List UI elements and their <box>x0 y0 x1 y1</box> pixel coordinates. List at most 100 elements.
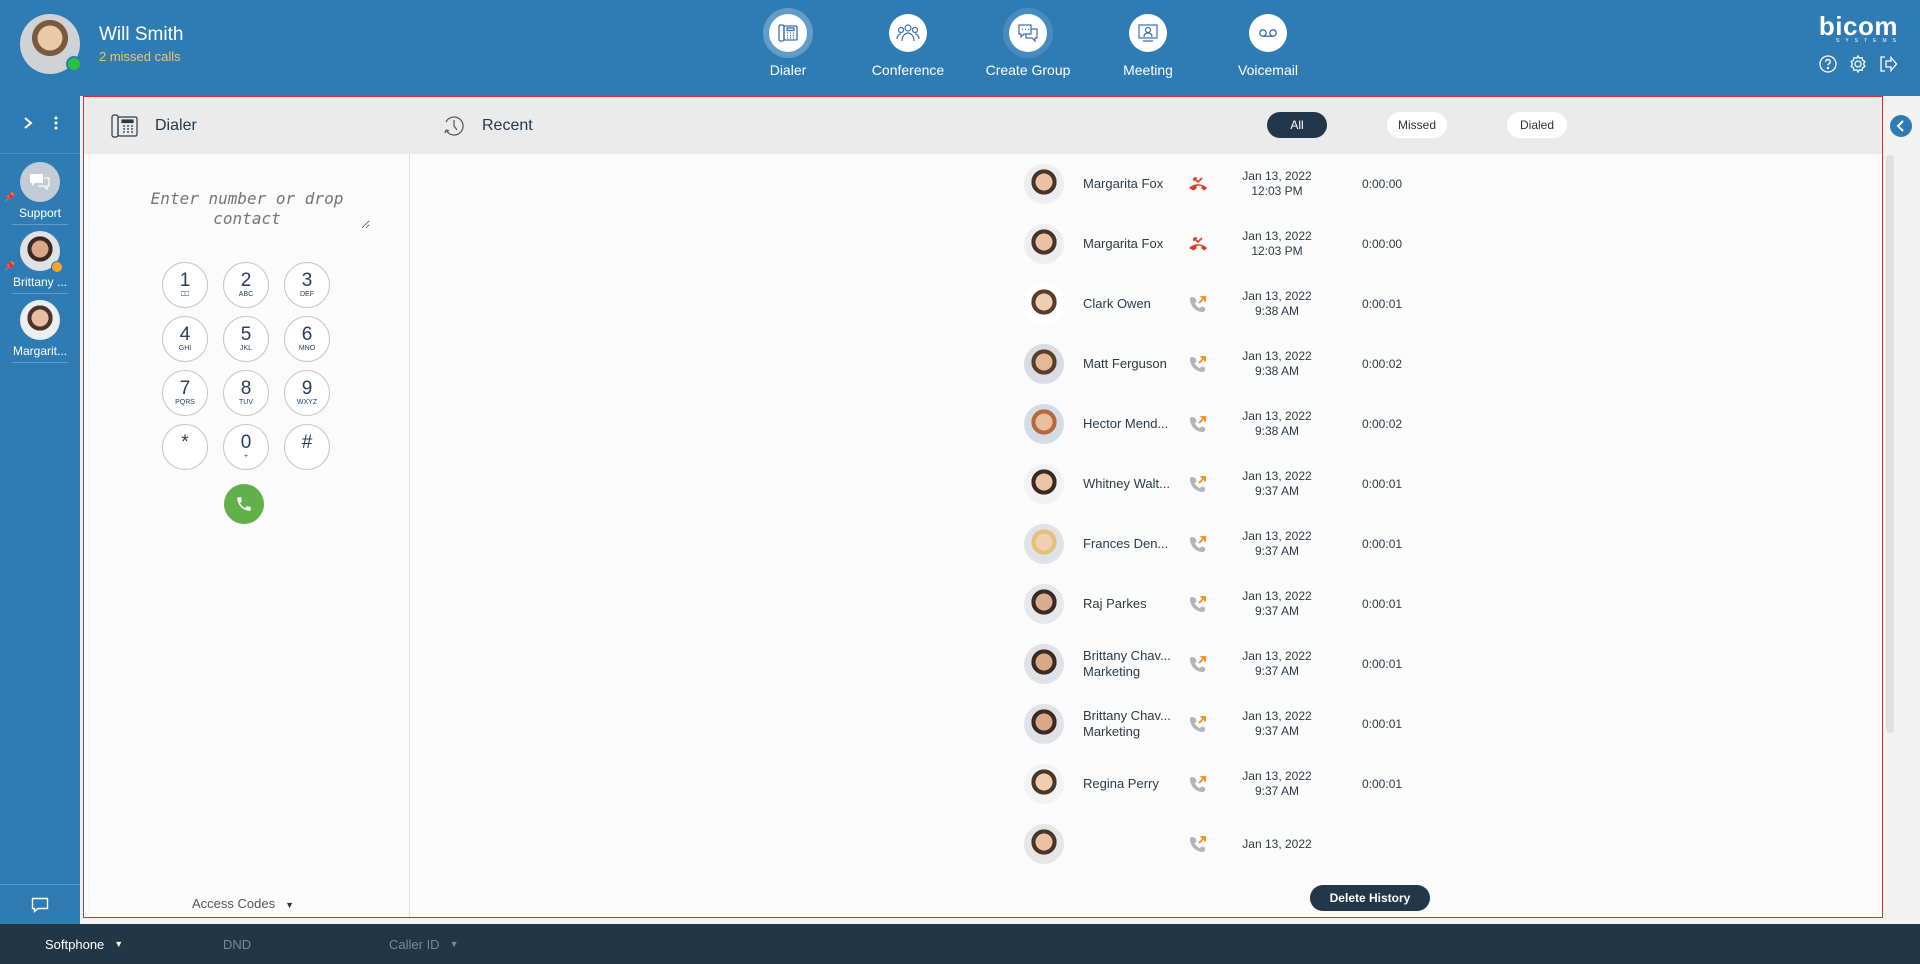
nav-label: Conference <box>871 62 945 78</box>
call-history-row[interactable]: Brittany Chav... Marketing Jan 13, 2022 9:3… <box>1002 694 1502 754</box>
logout-button[interactable] <box>1878 54 1898 74</box>
call-date: Jan 13, 2022 <box>1242 589 1312 603</box>
recent-calls-list[interactable]: Margarita Fox Jan 13, 2022 12:03 PM 0:00:00… <box>1002 154 1502 874</box>
help-icon <box>1819 55 1837 73</box>
keypad-key[interactable]: 3 DEF <box>284 262 330 308</box>
call-history-row[interactable]: Hector Mend... Jan 13, 2022 9:38 AM 0:00:02 <box>1002 394 1502 454</box>
keypad-key[interactable]: 8 TUV <box>223 370 269 416</box>
filter-missed[interactable]: Missed <box>1387 112 1447 138</box>
call-duration: 0:00:01 <box>1362 537 1403 551</box>
call-history-row[interactable]: Clark Owen Jan 13, 2022 9:38 AM 0:00:01 <box>1002 274 1502 334</box>
call-history-row[interactable]: Frances Den... Jan 13, 2022 9:37 AM 0:00:01 <box>1002 514 1502 574</box>
call-time: 9:37 AM <box>1254 544 1300 558</box>
sidebar-contact-support[interactable]: 📌 Support <box>0 162 80 225</box>
call-date: Jan 13, 2022 <box>1242 169 1312 183</box>
outgoing-call-icon <box>1187 353 1209 375</box>
collapse-right-panel-button[interactable] <box>1890 115 1912 137</box>
call-history-row[interactable]: Regina Perry Jan 13, 2022 9:37 AM 0:00:01 <box>1002 754 1502 814</box>
keypad-key[interactable]: 2 ABC <box>223 262 269 308</box>
chevron-right-icon <box>24 117 33 129</box>
expand-sidebar-button[interactable] <box>22 114 34 135</box>
dnd-toggle[interactable]: DND <box>223 937 251 952</box>
access-codes-label: Access Codes <box>192 896 276 911</box>
sidebar-menu-button[interactable] <box>54 114 58 135</box>
contact-name: Brittany Chav... <box>1083 708 1171 723</box>
contact-avatar <box>1024 164 1064 204</box>
call-history-row[interactable]: Jan 13, 2022 <box>1002 814 1502 874</box>
key-digit: 1 <box>179 270 191 291</box>
keypad-key[interactable]: 6 MNO <box>284 316 330 362</box>
softphone-dropdown[interactable]: Softphone ▼ <box>45 937 123 952</box>
call-history-row[interactable]: Whitney Walt... Jan 13, 2022 9:37 AM 0:00:0… <box>1002 454 1502 514</box>
keypad-key[interactable]: # <box>284 424 330 470</box>
user-avatar[interactable] <box>20 14 82 74</box>
more-vertical-icon <box>54 116 58 130</box>
keypad-key[interactable]: 7 PQRS <box>162 370 208 416</box>
nav-meeting[interactable]: Meeting <box>1088 14 1208 78</box>
contact-name: Support <box>12 206 68 225</box>
call-duration: 0:00:01 <box>1362 477 1403 491</box>
contact-name-cell: Margarita Fox <box>1083 236 1173 252</box>
call-time: 9:38 AM <box>1254 304 1300 318</box>
user-profile[interactable]: Will Smith 2 missed calls <box>20 14 183 74</box>
call-history-row[interactable]: Brittany Chav... Marketing Jan 13, 2022 9:3… <box>1002 634 1502 694</box>
filter-dialed[interactable]: Dialed <box>1507 112 1567 138</box>
sidebar-contact-brittany[interactable]: 📌 Brittany ... <box>0 231 80 294</box>
call-history-row[interactable]: Margarita Fox Jan 13, 2022 12:03 PM 0:00:00 <box>1002 214 1502 274</box>
contact-name: Hector Mend... <box>1083 416 1169 431</box>
chat-bubble-icon <box>31 897 49 913</box>
keypad-key[interactable]: 4 GHI <box>162 316 208 362</box>
key-digit: 9 <box>301 378 313 399</box>
key-digit: 5 <box>240 324 252 345</box>
chat-icon <box>30 174 50 191</box>
call-date: Jan 13, 2022 <box>1242 769 1312 783</box>
settings-button[interactable] <box>1848 54 1868 74</box>
nav-conference[interactable]: Conference <box>848 14 968 78</box>
nav-voicemail[interactable]: Voicemail <box>1208 14 1328 78</box>
top-bar: Will Smith 2 missed calls Dialer Confere… <box>0 0 1920 96</box>
delete-history-button[interactable]: Delete History <box>1310 885 1430 911</box>
contact-name: Margarita Fox <box>1083 176 1164 191</box>
key-digit: 6 <box>301 324 313 345</box>
call-time: 9:37 AM <box>1254 604 1300 618</box>
contact-avatar <box>1024 464 1064 504</box>
missed-calls-notice[interactable]: 2 missed calls <box>99 49 183 64</box>
softphone-label: Softphone <box>45 936 105 952</box>
contact-name-cell: Clark Owen <box>1083 296 1173 312</box>
call-history-row[interactable]: Raj Parkes Jan 13, 2022 9:37 AM 0:00:01 <box>1002 574 1502 634</box>
keypad-key[interactable]: 1 ⎕⎕ <box>162 262 208 308</box>
keypad-key[interactable]: 0 + <box>223 424 269 470</box>
keypad-key[interactable]: 9 WXYZ <box>284 370 330 416</box>
caller-id-dropdown[interactable]: Caller ID ▼ <box>389 937 459 952</box>
call-datetime: Jan 13, 2022 9:38 AM <box>1232 349 1322 379</box>
sidebar-contact-margarita[interactable]: Margarit... <box>0 300 80 363</box>
phone-icon <box>237 497 251 511</box>
call-button[interactable] <box>224 484 264 524</box>
contact-avatar <box>1024 404 1064 444</box>
call-time: 12:03 PM <box>1251 244 1303 258</box>
call-history-row[interactable]: Margarita Fox Jan 13, 2022 12:03 PM 0:00:00 <box>1002 154 1502 214</box>
recent-header: Recent <box>442 97 533 154</box>
keypad-key[interactable]: 5 JKL <box>223 316 269 362</box>
contact-avatar <box>1024 284 1064 324</box>
contact-name: Margarit... <box>12 344 68 363</box>
call-duration: 0:00:01 <box>1362 657 1403 671</box>
number-input[interactable] <box>124 189 370 229</box>
nav-create-group[interactable]: Create Group <box>968 14 1088 78</box>
outgoing-call-icon <box>1187 833 1209 855</box>
call-history-row[interactable]: Matt Ferguson Jan 13, 2022 9:38 AM 0:00:02 <box>1002 334 1502 394</box>
chat-button[interactable] <box>0 884 80 924</box>
key-digit: * <box>181 432 189 453</box>
outgoing-call-icon <box>1187 593 1209 615</box>
call-time: 9:38 AM <box>1254 364 1300 378</box>
filter-all[interactable]: All <box>1267 112 1327 138</box>
recent-scrollbar[interactable] <box>1886 155 1894 733</box>
nav-label: Voicemail <box>1238 62 1298 78</box>
help-button[interactable] <box>1818 54 1838 74</box>
access-codes-dropdown[interactable]: Access Codes ▼ <box>192 896 294 911</box>
call-time: 9:37 AM <box>1254 784 1300 798</box>
nav-dialer[interactable]: Dialer <box>728 14 848 78</box>
key-digit: 0 <box>240 432 252 453</box>
keypad-key[interactable]: * <box>162 424 208 470</box>
call-date: Jan 13, 2022 <box>1242 349 1312 363</box>
